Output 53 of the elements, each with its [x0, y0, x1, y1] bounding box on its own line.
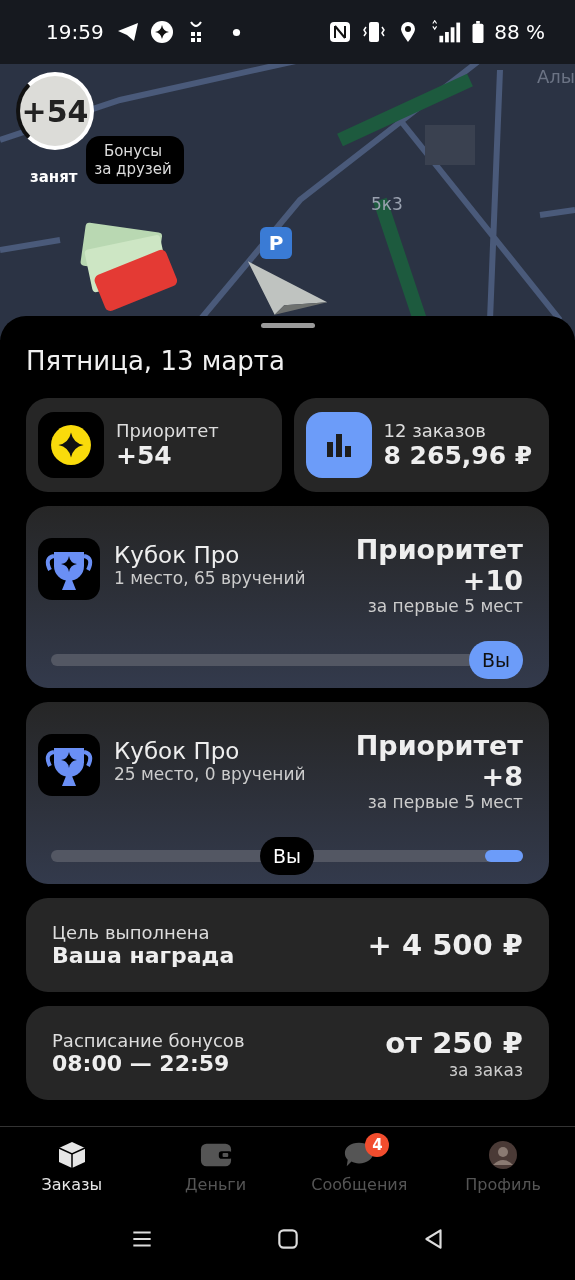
goal-label: Цель выполнена: [52, 922, 211, 943]
schedule-hours: 08:00 — 22:59: [52, 1051, 231, 1076]
position-marker: Вы: [469, 641, 523, 679]
goal-card[interactable]: Цель выполнена Ваша награда + 4 500 ₽: [26, 898, 549, 992]
reward-value: +10: [462, 565, 523, 597]
reward-title: Приоритет: [355, 730, 523, 762]
summary-label: 12 заказов: [383, 420, 487, 441]
driver-status: занят: [30, 168, 78, 186]
summary-card[interactable]: Приоритет +54: [26, 398, 282, 492]
trophy-icon: [38, 734, 100, 796]
vibrate-icon: [362, 20, 387, 44]
contest-title: Кубок Про: [114, 542, 241, 568]
position-marker: Вы: [260, 837, 314, 875]
trophy-icon: [38, 538, 100, 600]
schedule-label: Расписание бонусов: [52, 1030, 245, 1051]
bar-chart-icon: [305, 412, 372, 478]
nav-tab[interactable]: Заказы: [0, 1127, 144, 1207]
contest-place: 25 место, 0 вручений: [114, 764, 307, 786]
building-label: 5к3: [371, 194, 403, 214]
reward-note: за первые 5 мест: [367, 596, 523, 617]
contest-title: Кубок Про: [114, 738, 241, 764]
parking-sign[interactable]: P: [260, 227, 292, 259]
priority-bubble[interactable]: +54: [16, 72, 94, 150]
date-title: Пятница, 13 марта: [26, 346, 286, 376]
priority-badge-icon: [38, 412, 104, 478]
street-label: Алы: [536, 66, 575, 87]
schedule-card[interactable]: Расписание бонусов 08:00 — 22:59 от 250 ₽ за заказ: [26, 1006, 549, 1100]
goal-title: Ваша награда: [52, 943, 235, 968]
avatar-icon: [487, 1140, 520, 1170]
contest-card[interactable]: Кубок Про 25 место, 0 вручений Приоритет +8 за первые 5 мест Вы: [26, 702, 549, 884]
bonus-amount: от 250 ₽: [385, 1026, 523, 1060]
contest-card[interactable]: Кубок Про 1 место, 65 вручений Приоритет +10 за первые 5 мест Вы: [26, 506, 549, 688]
star-badge-icon: [149, 20, 174, 44]
nav-tab[interactable]: 4 Сообщения: [287, 1127, 432, 1207]
summary-card[interactable]: 12 заказов 8 265,96 ₽: [293, 398, 549, 492]
reward-title: Приоритет: [355, 534, 523, 566]
nfc-icon: [328, 20, 353, 44]
dot-icon: [231, 27, 241, 37]
drag-handle[interactable]: [260, 323, 315, 328]
goal-amount: + 4 500 ₽: [367, 928, 523, 962]
reward-note: за первые 5 мест: [367, 792, 523, 813]
unread-count: 4: [365, 1133, 390, 1157]
contest-place: 1 место, 65 вручений: [114, 568, 307, 590]
summary-value: +54: [116, 441, 173, 470]
battery-icon: [472, 21, 485, 43]
signal-icon: [430, 20, 463, 44]
bonus-note: за заказ: [448, 1060, 523, 1080]
summary-value: 8 265,96 ₽: [383, 441, 533, 470]
reward-value: +8: [481, 761, 523, 793]
summary-label: Приоритет: [116, 420, 219, 441]
battery-percent: 88 %: [494, 20, 545, 44]
status-time: 19:59: [46, 20, 104, 44]
bonus-tooltip[interactable]: Бонусы за друзей: [86, 136, 184, 184]
